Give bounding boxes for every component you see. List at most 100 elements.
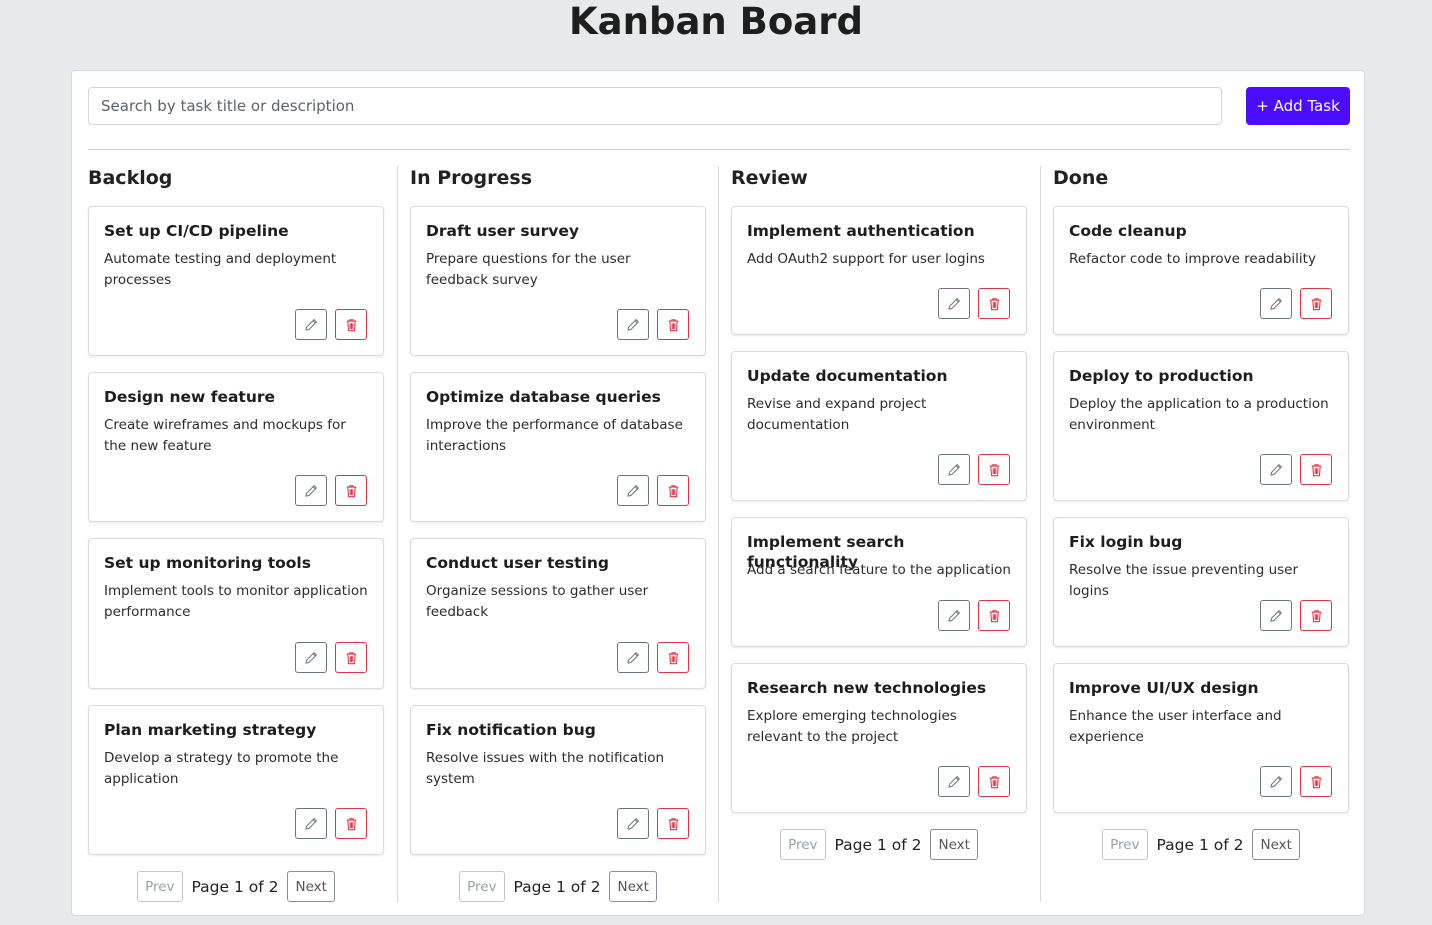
task-description: Prepare questions for the user feedback …: [426, 251, 631, 288]
trash-icon: [1310, 297, 1323, 311]
search-input[interactable]: [88, 87, 1222, 125]
delete-task-button[interactable]: [978, 454, 1010, 485]
task-card[interactable]: Optimize database queries Improve the per…: [410, 372, 706, 522]
task-description: Automate testing and deployment processe…: [104, 251, 337, 288]
next-page-button[interactable]: Next: [287, 871, 335, 902]
pencil-icon: [304, 651, 318, 665]
edit-task-button[interactable]: [1260, 766, 1292, 797]
page-indicator: Page 1 of 2: [834, 835, 922, 854]
pencil-icon: [626, 651, 640, 665]
pencil-icon: [304, 484, 318, 498]
next-page-button[interactable]: Next: [1252, 829, 1300, 860]
edit-task-button[interactable]: [295, 642, 327, 673]
delete-task-button[interactable]: [335, 475, 367, 506]
pencil-icon: [304, 318, 318, 332]
edit-task-button[interactable]: [938, 600, 970, 631]
pencil-icon: [1269, 463, 1283, 477]
task-description: Resolve the issue preventing user logins: [1069, 562, 1299, 599]
task-card[interactable]: Set up monitoring tools Implement tools t…: [88, 538, 384, 689]
task-description: Improve the performance of database inte…: [426, 417, 683, 454]
pencil-icon: [947, 463, 961, 477]
task-title: Research new technologies: [747, 679, 987, 697]
delete-task-button[interactable]: [1300, 766, 1332, 797]
edit-task-button[interactable]: [617, 808, 649, 839]
task-card[interactable]: Fix notification bug Resolve issues with …: [410, 705, 706, 855]
delete-task-button[interactable]: [1300, 288, 1332, 319]
task-card[interactable]: Conduct user testing Organize sessions to…: [410, 538, 706, 689]
delete-task-button[interactable]: [657, 642, 689, 673]
trash-icon: [667, 651, 680, 665]
next-page-button[interactable]: Next: [930, 829, 978, 860]
pagination: Prev Page 1 of 2 Next: [731, 829, 1027, 860]
pencil-icon: [1269, 775, 1283, 789]
column-divider: [1040, 166, 1041, 902]
task-title: Implement authentication: [747, 222, 975, 240]
edit-task-button[interactable]: [938, 288, 970, 319]
trash-icon: [988, 463, 1001, 477]
prev-page-button[interactable]: Prev: [137, 871, 183, 902]
prev-page-button[interactable]: Prev: [780, 829, 826, 860]
task-card[interactable]: Draft user survey Prepare questions for t…: [410, 206, 706, 356]
trash-icon: [345, 651, 358, 665]
trash-icon: [988, 297, 1001, 311]
prev-page-button[interactable]: Prev: [1102, 829, 1148, 860]
delete-task-button[interactable]: [335, 642, 367, 673]
edit-task-button[interactable]: [295, 808, 327, 839]
task-card[interactable]: Deploy to production Deploy the applicati…: [1053, 351, 1349, 501]
edit-task-button[interactable]: [295, 309, 327, 340]
trash-icon: [667, 817, 680, 831]
delete-task-button[interactable]: [335, 808, 367, 839]
delete-task-button[interactable]: [978, 288, 1010, 319]
task-title: Deploy to production: [1069, 367, 1254, 385]
trash-icon: [345, 318, 358, 332]
kanban-board: + Add Task Backlog Set up CI/CD pipeline A…: [71, 70, 1365, 916]
delete-task-button[interactable]: [657, 808, 689, 839]
next-page-button[interactable]: Next: [609, 871, 657, 902]
task-card[interactable]: Plan marketing strategy Develop a strateg…: [88, 705, 384, 855]
edit-task-button[interactable]: [1260, 288, 1292, 319]
edit-task-button[interactable]: [1260, 600, 1292, 631]
edit-task-button[interactable]: [938, 766, 970, 797]
delete-task-button[interactable]: [1300, 454, 1332, 485]
delete-task-button[interactable]: [978, 766, 1010, 797]
pencil-icon: [1269, 609, 1283, 623]
delete-task-button[interactable]: [657, 309, 689, 340]
task-card[interactable]: Implement search functionality Add a sear…: [731, 517, 1027, 647]
delete-task-button[interactable]: [657, 475, 689, 506]
edit-task-button[interactable]: [617, 475, 649, 506]
edit-task-button[interactable]: [938, 454, 970, 485]
task-description: Develop a strategy to promote the applic…: [104, 750, 339, 787]
column-review: Review Implement authentication Add OAuth2…: [731, 166, 1027, 902]
delete-task-button[interactable]: [1300, 600, 1332, 631]
task-description: Add OAuth2 support for user logins: [747, 251, 985, 267]
task-title: Fix notification bug: [426, 721, 596, 739]
edit-task-button[interactable]: [1260, 454, 1292, 485]
delete-task-button[interactable]: [335, 309, 367, 340]
pencil-icon: [626, 318, 640, 332]
trash-icon: [1310, 775, 1323, 789]
task-title: Update documentation: [747, 367, 948, 385]
task-title: Improve UI/UX design: [1069, 679, 1259, 697]
prev-page-button[interactable]: Prev: [459, 871, 505, 902]
column-divider: [397, 166, 398, 902]
task-card[interactable]: Improve UI/UX design Enhance the user int…: [1053, 663, 1349, 813]
task-card[interactable]: Fix login bug Resolve the issue preventin…: [1053, 517, 1349, 647]
delete-task-button[interactable]: [978, 600, 1010, 631]
column-backlog: Backlog Set up CI/CD pipeline Automate tes…: [88, 166, 384, 902]
task-card[interactable]: Implement authentication Add OAuth2 suppo…: [731, 206, 1027, 335]
trash-icon: [1310, 609, 1323, 623]
task-card[interactable]: Update documentation Revise and expand pr…: [731, 351, 1027, 501]
pencil-icon: [947, 609, 961, 623]
task-card[interactable]: Design new feature Create wireframes and …: [88, 372, 384, 522]
trash-icon: [667, 484, 680, 498]
task-card[interactable]: Research new technologies Explore emergin…: [731, 663, 1027, 813]
task-card[interactable]: Code cleanup Refactor code to improve rea…: [1053, 206, 1349, 335]
edit-task-button[interactable]: [617, 309, 649, 340]
task-card[interactable]: Set up CI/CD pipeline Automate testing an…: [88, 206, 384, 356]
edit-task-button[interactable]: [295, 475, 327, 506]
column-title: Done: [1053, 167, 1109, 189]
page-indicator: Page 1 of 2: [191, 877, 279, 896]
edit-task-button[interactable]: [617, 642, 649, 673]
add-task-button[interactable]: + Add Task: [1246, 87, 1350, 125]
trash-icon: [988, 609, 1001, 623]
